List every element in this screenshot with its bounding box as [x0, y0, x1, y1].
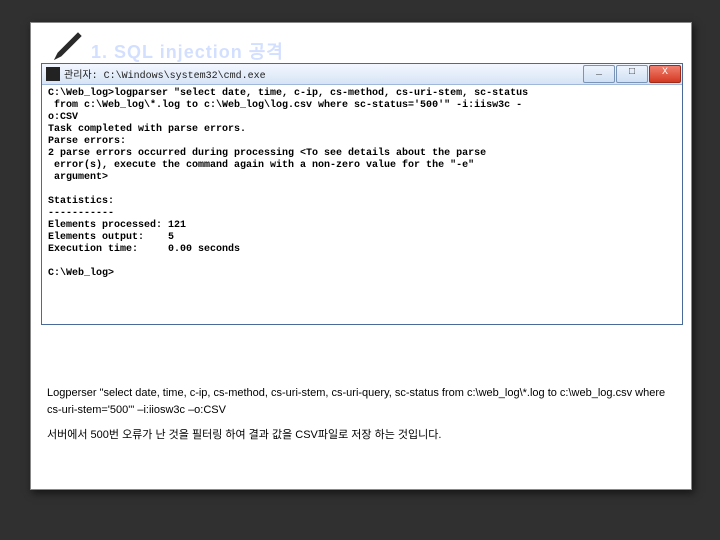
term-line: o:CSV — [48, 112, 78, 123]
window-buttons: _ □ X — [583, 64, 682, 84]
term-line: Elements output: 5 — [48, 232, 174, 243]
term-line: argument> — [48, 172, 108, 183]
term-line: Elements processed: 121 — [48, 220, 186, 231]
title-prefix: 관리자: — [64, 71, 98, 82]
pen-icon — [53, 31, 83, 61]
term-line: Task completed with parse errors. — [48, 124, 246, 135]
terminal-output: C:\Web_log>logparser "select date, time,… — [43, 85, 681, 323]
term-line: from c:\Web_log\*.log to c:\Web_log\log.… — [48, 100, 522, 111]
caption-explain: 서버에서 500번 오류가 난 것을 필터링 하여 결과 값을 CSV파일로 저… — [47, 427, 667, 444]
close-button[interactable]: X — [649, 65, 681, 83]
term-line: Parse errors: — [48, 136, 126, 147]
minimize-button[interactable]: _ — [583, 65, 615, 83]
term-line: Execution time: 0.00 seconds — [48, 244, 240, 255]
title-path: C:\Windows\system32\cmd.exe — [104, 71, 266, 82]
window-title: 관리자: C:\Windows\system32\cmd.exe — [64, 66, 583, 82]
caption-command: Logperser "select date, time, c-ip, cs-m… — [47, 385, 667, 419]
term-line: 2 parse errors occurred during processin… — [48, 148, 486, 159]
maximize-button[interactable]: □ — [616, 65, 648, 83]
slide: 1. SQL injection 공격 관리자: C:\Windows\syst… — [30, 22, 692, 490]
term-line: error(s), execute the command again with… — [48, 160, 474, 171]
cmd-window: 관리자: C:\Windows\system32\cmd.exe _ □ X C… — [41, 63, 683, 325]
term-line: C:\Web_log>logparser "select date, time,… — [48, 88, 528, 99]
term-line: Statistics: — [48, 196, 114, 207]
slide-title: 1. SQL injection 공격 — [91, 38, 284, 64]
term-line: ----------- — [48, 208, 114, 219]
cmd-icon — [46, 67, 60, 81]
term-line: C:\Web_log> — [48, 268, 114, 279]
titlebar[interactable]: 관리자: C:\Windows\system32\cmd.exe _ □ X — [42, 64, 682, 85]
